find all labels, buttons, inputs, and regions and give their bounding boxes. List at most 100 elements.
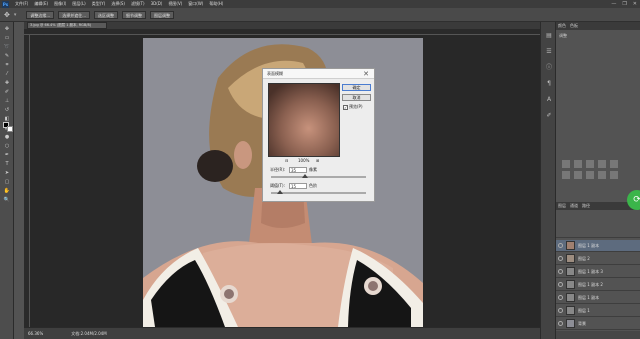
radius-unit: 像素: [309, 167, 317, 172]
visibility-eye-icon[interactable]: [558, 295, 563, 300]
zoom-tool-icon[interactable]: 🔍: [2, 197, 12, 204]
healing-brush-tool-icon[interactable]: ✚: [2, 80, 12, 87]
select-and-mask-button[interactable]: 选择并遮住...: [58, 10, 91, 19]
vibrance-icon[interactable]: [610, 160, 618, 168]
radius-slider[interactable]: [271, 174, 366, 178]
threshold-input[interactable]: 15: [289, 183, 307, 189]
history-brush-tool-icon[interactable]: ↺: [2, 107, 12, 114]
quick-select-tool-icon[interactable]: ✎: [2, 53, 12, 60]
move-tool-icon[interactable]: ✥: [2, 26, 12, 33]
lasso-tool-icon[interactable]: ➰: [2, 44, 12, 51]
right-panel: 颜色 色板 调整 图层 通道 路径 图层 1 副本 图层 2 图层 1 副本 3…: [556, 22, 640, 339]
curves-icon[interactable]: [586, 160, 594, 168]
menu-type[interactable]: 类型(Y): [92, 1, 106, 7]
maximize-button[interactable]: ❐: [622, 1, 626, 7]
marquee-tool-icon[interactable]: ▭: [2, 35, 12, 42]
refine-edge-button[interactable]: 调整边缘...: [26, 10, 55, 19]
tool-preset-dropdown-icon[interactable]: ▾: [14, 12, 17, 18]
color-balance-icon[interactable]: [574, 171, 582, 179]
photo-filter-icon[interactable]: [598, 171, 606, 179]
layer-adjust-button[interactable]: 图层调整: [150, 10, 175, 19]
brush-tool-icon[interactable]: ✐: [2, 89, 12, 96]
info-panel-icon[interactable]: ⓘ: [545, 64, 553, 72]
brightness-icon[interactable]: [562, 160, 570, 168]
background-color-swatch[interactable]: [7, 126, 13, 132]
preview-image: [269, 84, 339, 156]
menu-help[interactable]: 帮助(H): [209, 1, 223, 7]
clone-stamp-tool-icon[interactable]: ⊥: [2, 98, 12, 105]
dialog-close-button[interactable]: ✕: [363, 70, 369, 78]
path-select-tool-icon[interactable]: ➤: [2, 170, 12, 177]
visibility-eye-icon[interactable]: [558, 282, 563, 287]
visibility-eye-icon[interactable]: [558, 256, 563, 261]
detail-adjust-button[interactable]: 细节调整: [122, 10, 147, 19]
layer-row[interactable]: 图层 1 副本: [556, 240, 640, 252]
layer-row[interactable]: 图层 2: [556, 253, 640, 265]
threshold-slider-handle[interactable]: [277, 190, 283, 194]
layer-row[interactable]: 背景: [556, 318, 640, 330]
type-tool-icon[interactable]: T: [2, 161, 12, 168]
tool-preset-icon[interactable]: ✥: [4, 11, 10, 19]
properties-panel-icon[interactable]: ☰: [545, 48, 553, 56]
blur-tool-icon[interactable]: ●: [2, 134, 12, 141]
surface-blur-dialog: 表面模糊 ✕ ⊟ 100% ⊞ 确定 取消 ✓ 预览(P) 半径(R): 35 …: [262, 68, 375, 202]
tab-swatches[interactable]: 色板: [570, 22, 578, 30]
menu-edit[interactable]: 编辑(E): [34, 1, 48, 7]
menu-file[interactable]: 文件(F): [15, 1, 28, 7]
layer-row[interactable]: 图层 1: [556, 305, 640, 317]
black-white-icon[interactable]: [586, 171, 594, 179]
visibility-eye-icon[interactable]: [558, 321, 563, 326]
shape-tool-icon[interactable]: ▢: [2, 179, 12, 186]
visibility-eye-icon[interactable]: [558, 243, 563, 248]
channel-mixer-icon[interactable]: [610, 171, 618, 179]
refresh-badge[interactable]: ⟳: [627, 190, 640, 210]
character-panel-icon[interactable]: A: [545, 96, 553, 104]
menu-view[interactable]: 视图(V): [168, 1, 182, 7]
exposure-icon[interactable]: [598, 160, 606, 168]
layer-thumbnail: [566, 254, 575, 263]
options-bar: ✥ ▾ 调整边缘... 选择并遮住... 选区调整 细节调整 图层调整: [0, 8, 640, 22]
radius-slider-handle[interactable]: [302, 174, 308, 178]
threshold-slider[interactable]: [271, 190, 366, 194]
close-window-button[interactable]: ✕: [633, 1, 637, 7]
ok-button[interactable]: 确定: [342, 84, 371, 91]
radius-input[interactable]: 35: [289, 167, 307, 173]
menu-image[interactable]: 图像(I): [54, 1, 66, 7]
hand-tool-icon[interactable]: ✋: [2, 188, 12, 195]
menu-3d[interactable]: 3D(D): [151, 1, 163, 7]
zoom-out-icon[interactable]: ⊟: [285, 158, 288, 164]
layer-thumbnail: [566, 293, 575, 302]
paragraph-panel-icon[interactable]: ¶: [545, 80, 553, 88]
layer-row[interactable]: 图层 1 副本: [556, 292, 640, 304]
selection-adjust-button[interactable]: 选区调整: [94, 10, 119, 19]
document-tab[interactable]: 3.jpg @ 66.4% (图层 1 副本, RGB/8): [27, 22, 107, 29]
threshold-unit: 色阶: [309, 183, 317, 188]
zoom-level[interactable]: 66.36%: [28, 331, 43, 337]
minimize-button[interactable]: —: [611, 1, 616, 7]
preview-checkbox[interactable]: ✓: [343, 105, 348, 110]
tools-panel: ✥ ▭ ➰ ✎ ⌗ ⁄ ✚ ✐ ⊥ ↺ ◧ ▤ ● ○ ✒ T ➤ ▢ ✋ 🔍: [0, 22, 14, 339]
visibility-eye-icon[interactable]: [558, 269, 563, 274]
cancel-button[interactable]: 取消: [342, 94, 371, 101]
tab-channels[interactable]: 通道: [570, 202, 578, 210]
brush-panel-icon[interactable]: ✐: [545, 112, 553, 120]
layer-row[interactable]: 图层 1 副本 2: [556, 279, 640, 291]
tab-color[interactable]: 颜色: [558, 22, 566, 30]
layer-row[interactable]: 图层 1 副本 3: [556, 266, 640, 278]
dodge-tool-icon[interactable]: ○: [2, 143, 12, 150]
tab-paths[interactable]: 路径: [582, 202, 590, 210]
pen-tool-icon[interactable]: ✒: [2, 152, 12, 159]
hue-saturation-icon[interactable]: [562, 171, 570, 179]
zoom-in-icon[interactable]: ⊞: [316, 158, 319, 164]
history-panel-icon[interactable]: ▤: [545, 32, 553, 40]
filter-preview[interactable]: [268, 83, 340, 157]
tab-layers[interactable]: 图层: [558, 202, 566, 210]
crop-tool-icon[interactable]: ⌗: [2, 62, 12, 69]
menu-filter[interactable]: 滤镜(T): [131, 1, 145, 7]
menu-select[interactable]: 选择(S): [111, 1, 125, 7]
visibility-eye-icon[interactable]: [558, 308, 563, 313]
levels-icon[interactable]: [574, 160, 582, 168]
menu-layer[interactable]: 图层(L): [72, 1, 85, 7]
eyedropper-tool-icon[interactable]: ⁄: [2, 71, 12, 78]
menu-window[interactable]: 窗口(W): [188, 1, 203, 7]
